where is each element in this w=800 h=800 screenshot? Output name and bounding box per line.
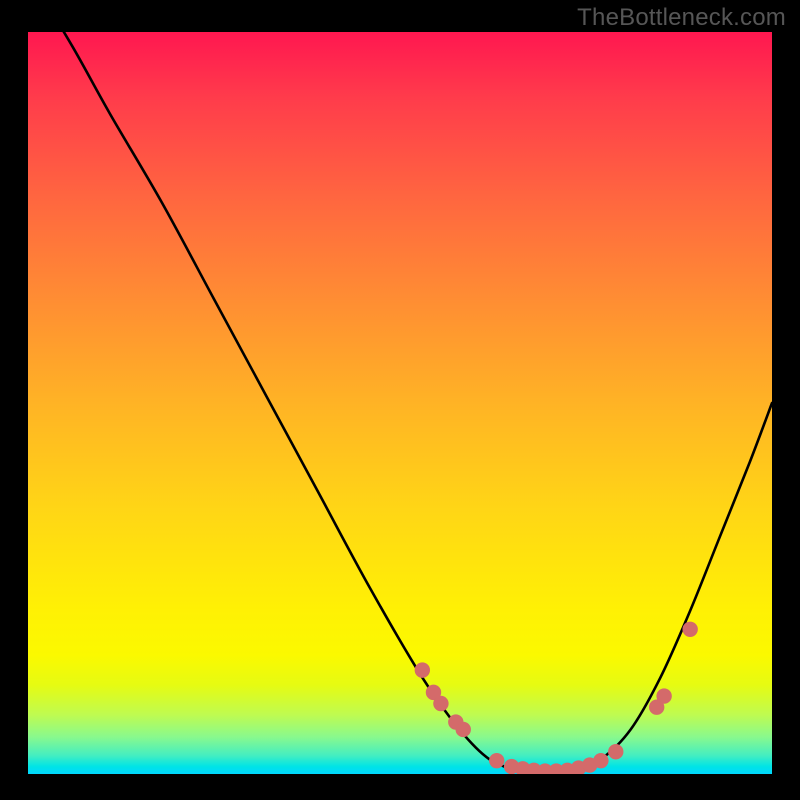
highlight-dot: [657, 689, 671, 703]
watermark-text: TheBottleneck.com: [577, 4, 786, 32]
curve-path: [28, 32, 772, 772]
highlight-dot: [594, 753, 608, 767]
highlight-dot: [434, 696, 448, 710]
highlight-dot: [683, 622, 697, 636]
highlight-dot: [490, 753, 504, 767]
plot-area: [28, 32, 772, 774]
highlight-dot: [609, 745, 623, 759]
highlight-dot: [415, 663, 429, 677]
bottleneck-curve: [28, 32, 772, 774]
highlight-dot: [456, 722, 470, 736]
chart-frame: TheBottleneck.com: [0, 0, 800, 800]
